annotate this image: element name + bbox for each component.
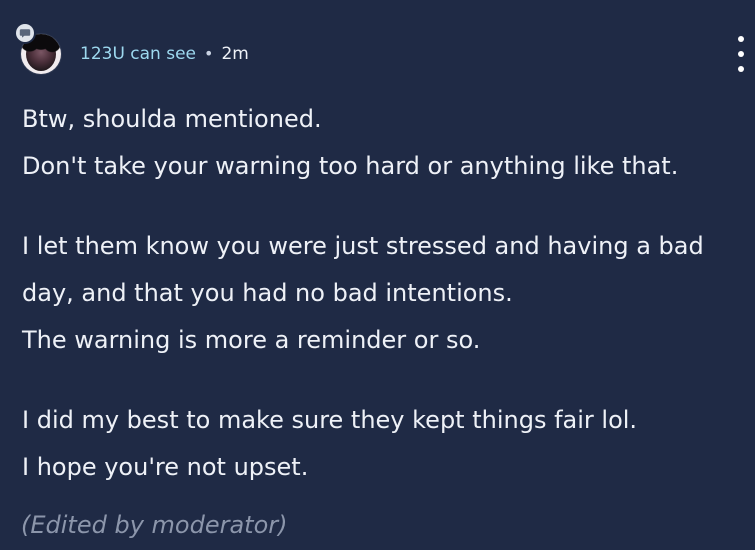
edited-note: (Edited by moderator): [21, 511, 288, 539]
body-line: day, and that you had no bad intentions.: [22, 279, 513, 307]
body-line: I let them know you were just stressed a…: [22, 232, 704, 260]
post-body: Btw, shoulda mentioned. Don't take your …: [22, 96, 752, 491]
post-meta: 123U can see • 2m: [80, 42, 249, 66]
body-line: Don't take your warning too hard or anyt…: [22, 152, 679, 180]
body-line: The warning is more a reminder or so.: [22, 326, 481, 354]
post-header: 123U can see • 2m: [16, 24, 737, 78]
body-line: I hope you're not upset.: [22, 453, 309, 481]
chat-bubble-icon: [16, 24, 34, 42]
more-vertical-icon[interactable]: [734, 36, 748, 72]
visibility-label[interactable]: 123U can see: [80, 42, 196, 66]
menu-dot-top: [738, 36, 744, 42]
post-card: 123U can see • 2m Btw, shoulda mentioned…: [0, 0, 755, 550]
menu-dot-bottom: [738, 66, 744, 72]
body-line: Btw, shoulda mentioned.: [22, 105, 322, 133]
menu-dot-middle: [738, 51, 744, 57]
timestamp: 2m: [221, 44, 249, 64]
avatar-wrapper[interactable]: [16, 24, 61, 74]
meta-separator: •: [204, 44, 214, 63]
body-line: I did my best to make sure they kept thi…: [22, 406, 638, 434]
